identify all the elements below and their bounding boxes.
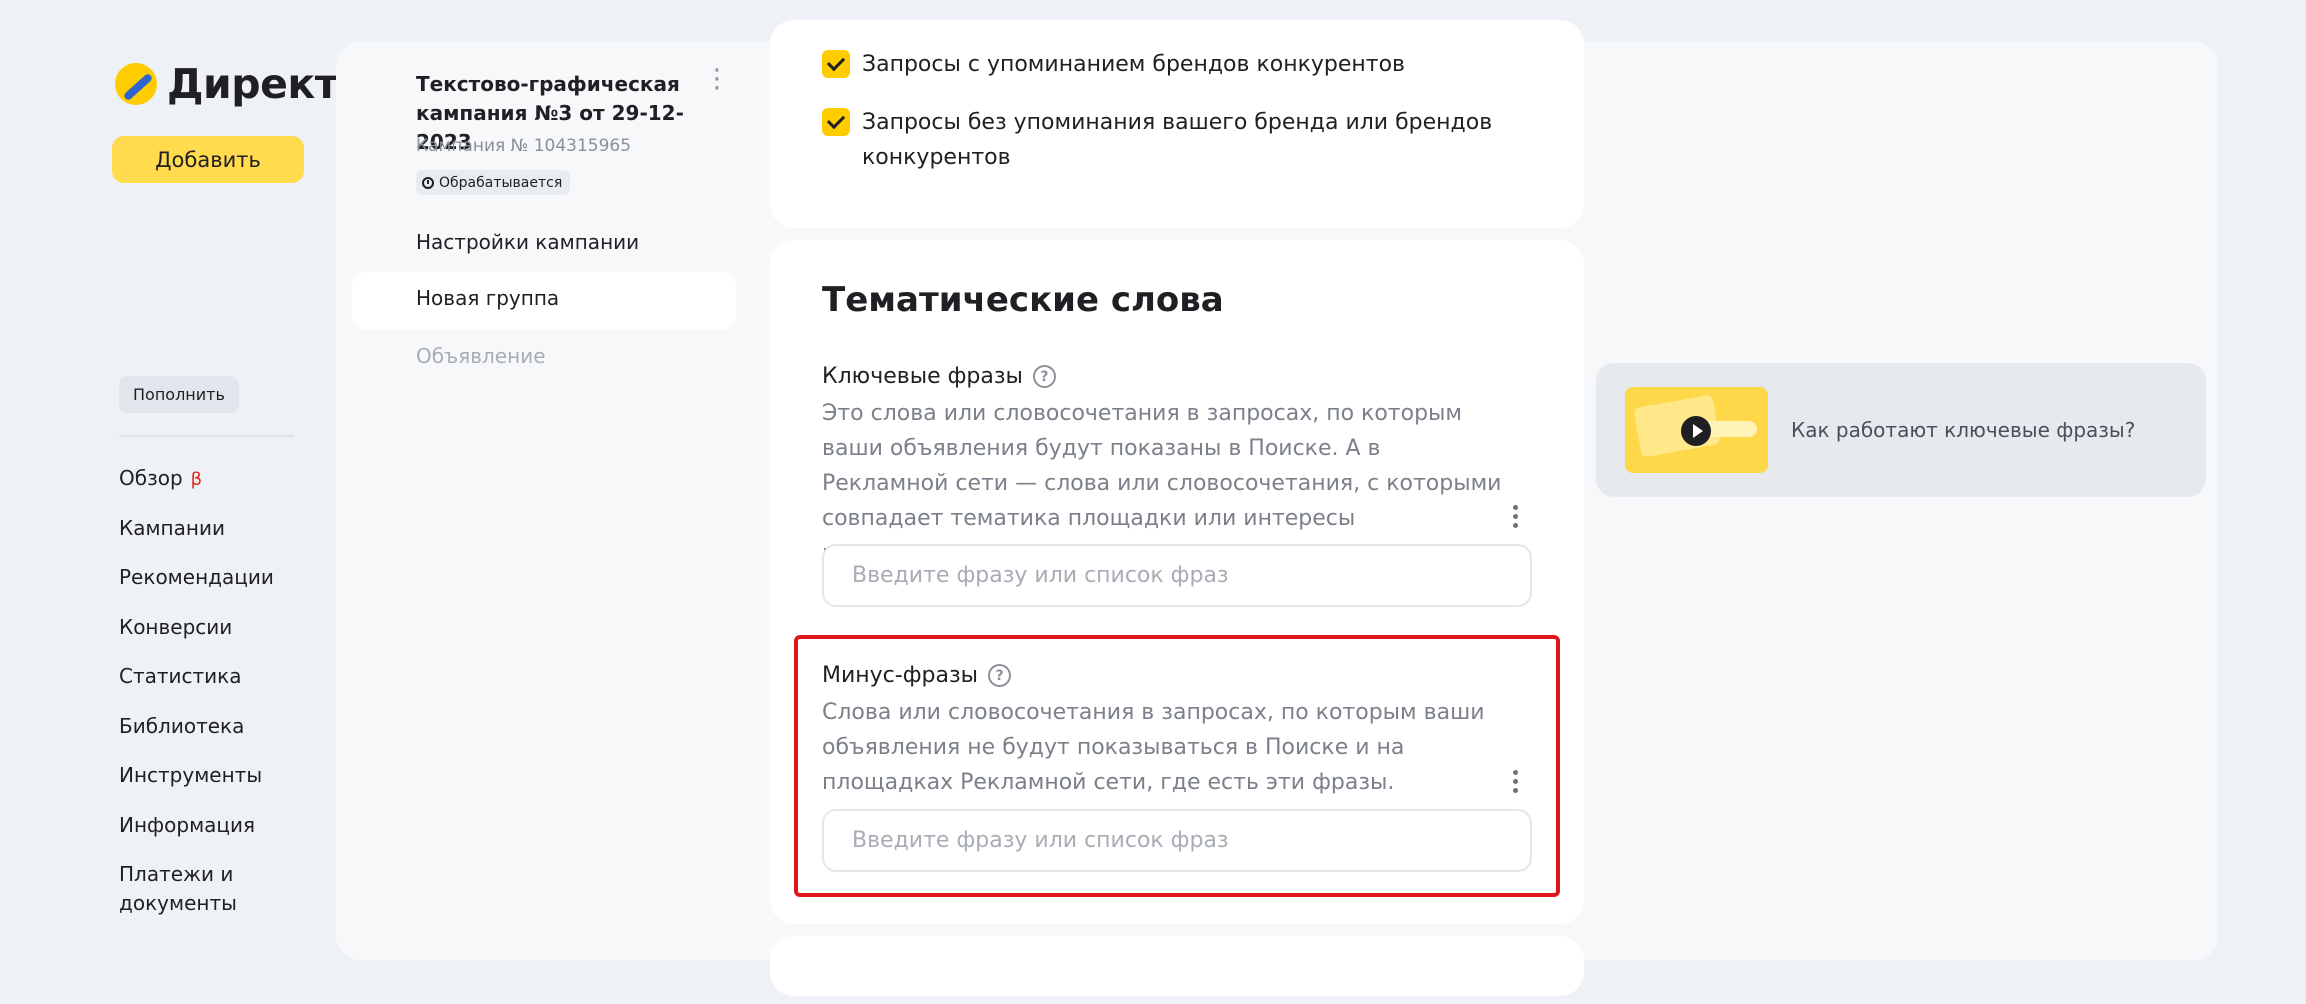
highlight-frame [794,635,1560,897]
video-thumbnail[interactable] [1625,387,1768,473]
add-button[interactable]: Добавить [112,136,304,183]
campaign-nav-new-group[interactable]: Новая группа [416,286,559,310]
campaign-menu-icon[interactable]: ⋮ [704,66,730,92]
option-competitor-brands[interactable]: Запросы с упоминанием брендов конкуренто… [822,47,1405,82]
next-card [770,936,1584,996]
nav-divider [119,435,294,437]
more-vertical-icon[interactable] [1511,505,1519,528]
status-badge: Обрабатывается [416,170,571,195]
nav-item-tools[interactable]: Инструменты [119,761,274,811]
nav-item-statistics[interactable]: Статистика [119,662,274,712]
play-icon[interactable] [1681,416,1711,446]
option-no-brands[interactable]: Запросы без упоминания вашего бренда или… [822,105,1522,175]
clock-icon [422,176,434,189]
topup-button[interactable]: Пополнить [119,376,239,413]
main-nav: Обзор β Кампании Рекомендации Конверсии С… [119,464,274,915]
nav-item-information[interactable]: Информация [119,811,274,861]
nav-item-campaigns[interactable]: Кампании [119,514,274,564]
nav-item-conversions[interactable]: Конверсии [119,613,274,663]
beta-badge: β [190,469,203,490]
nav-item-payments[interactable]: Платежи и документы [119,860,269,915]
help-icon[interactable]: ? [1032,365,1056,388]
video-help-label[interactable]: Как работают ключевые фразы? [1791,418,2135,442]
campaign-number: Кампания № 104315965 [416,136,632,156]
yandex-logo-icon [115,63,157,105]
nav-item-recommendations[interactable]: Рекомендации [119,563,274,613]
nav-item-library[interactable]: Библиотека [119,712,274,762]
checkbox-checked-icon[interactable] [822,50,850,78]
section-title: Тематические слова [822,280,1224,320]
nav-item-overview[interactable]: Обзор β [119,464,274,514]
campaign-nav-ad[interactable]: Объявление [416,344,546,368]
checkbox-checked-icon[interactable] [822,108,850,136]
logo[interactable]: Директ [115,60,339,108]
keywords-input[interactable] [822,544,1532,607]
logo-text: Директ [167,60,339,108]
campaign-nav-settings[interactable]: Настройки кампании [416,230,639,254]
keywords-label: Ключевые фразы ? [822,364,1056,389]
